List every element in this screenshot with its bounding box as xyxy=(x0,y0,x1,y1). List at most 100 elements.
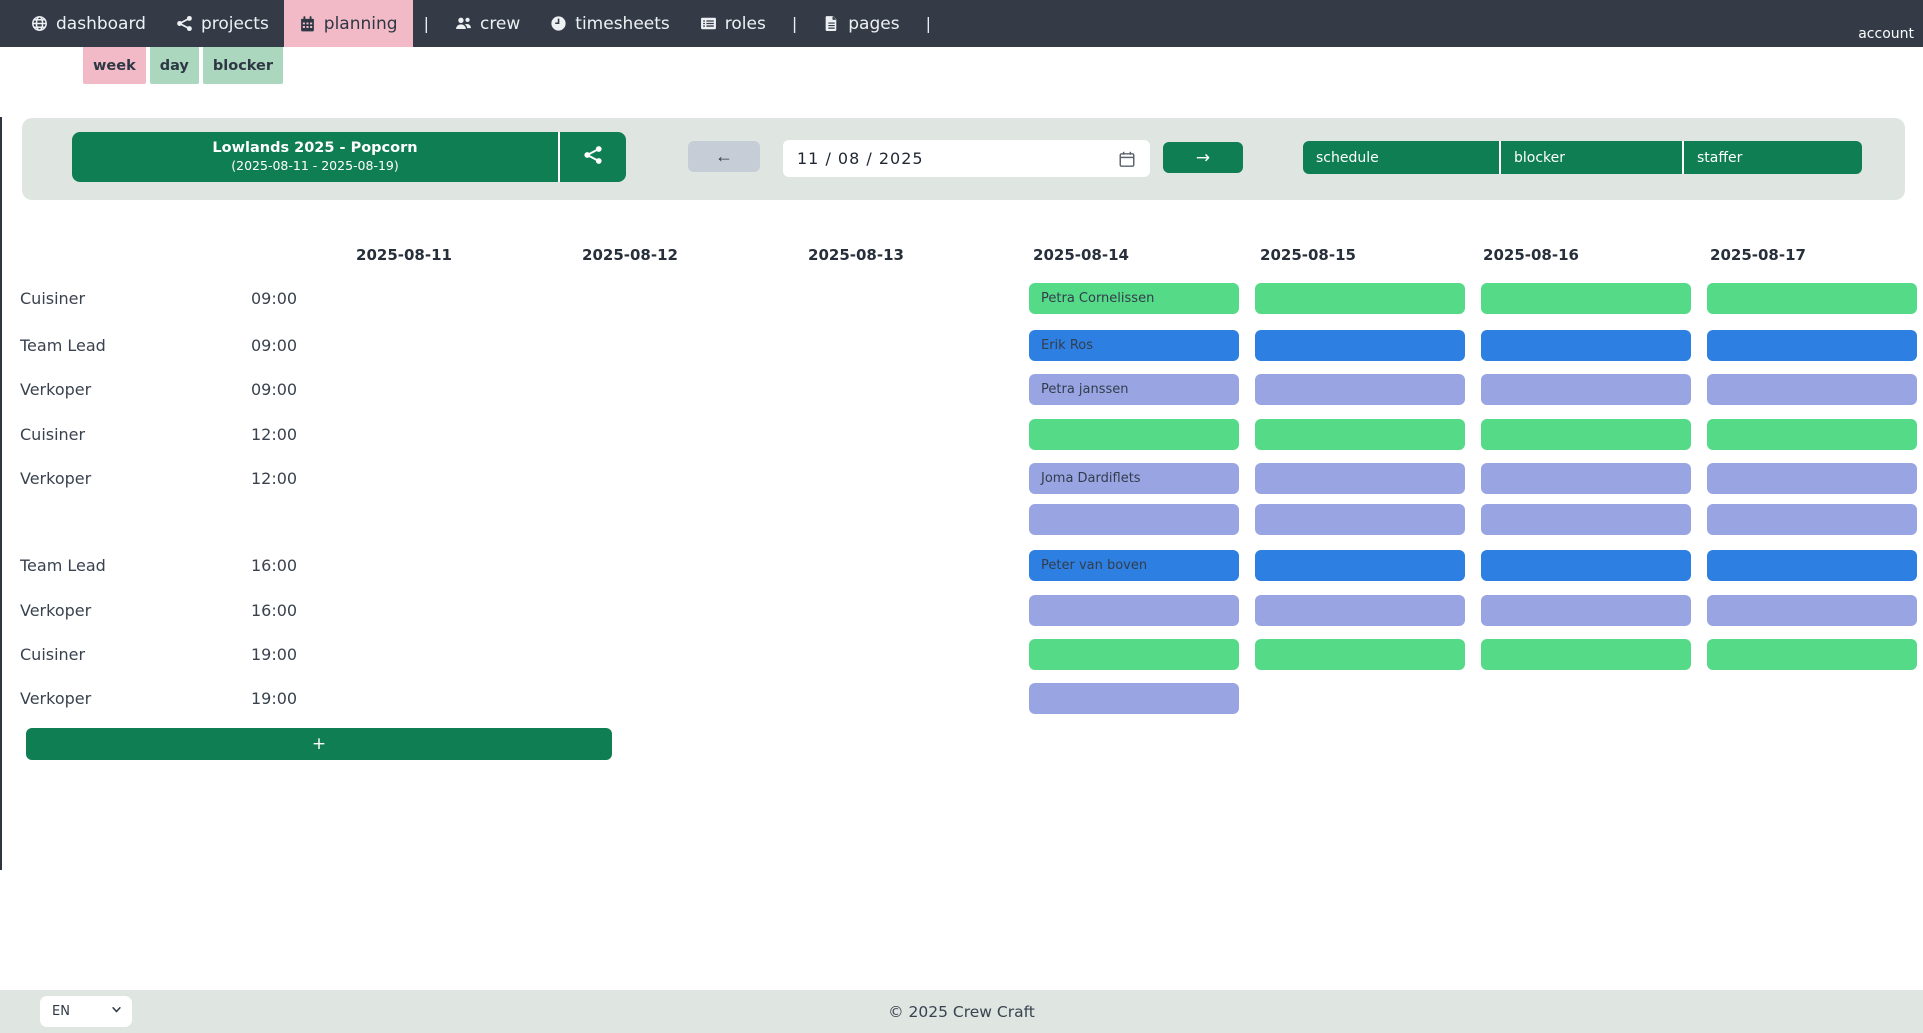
shift-bar[interactable] xyxy=(1029,595,1239,626)
shift-bar[interactable] xyxy=(1255,550,1465,581)
nav-item-planning[interactable]: planning xyxy=(284,0,413,47)
nav-item-timesheets[interactable]: timesheets xyxy=(535,0,684,47)
toolbar: Lowlands 2025 - Popcorn (2025-08-11 - 20… xyxy=(22,118,1905,200)
role-label: Verkoper xyxy=(20,683,91,714)
date-header: 2025-08-11 xyxy=(291,246,517,264)
project-date-range: (2025-08-11 - 2025-08-19) xyxy=(72,158,558,175)
project-title: Lowlands 2025 - Popcorn xyxy=(72,139,558,159)
navbar: dashboard projects planning | crew timesheets… xyxy=(0,0,1923,47)
list-icon xyxy=(700,15,717,32)
nav-item-roles[interactable]: roles xyxy=(685,0,781,47)
role-label: Verkoper xyxy=(20,463,91,494)
shift-bar[interactable] xyxy=(1255,463,1465,494)
nav-separator: | xyxy=(781,0,808,47)
shift-bar[interactable]: Petra janssen xyxy=(1029,374,1239,405)
date-header: 2025-08-14 xyxy=(968,246,1194,264)
shift-bar[interactable] xyxy=(1481,550,1691,581)
prev-week-button[interactable]: ← xyxy=(688,141,760,172)
nav-item-pages[interactable]: pages xyxy=(808,0,914,47)
shift-bar[interactable] xyxy=(1481,463,1691,494)
date-header: 2025-08-16 xyxy=(1418,246,1644,264)
next-week-button[interactable]: → xyxy=(1163,142,1243,173)
language-select[interactable]: EN xyxy=(40,996,132,1027)
page: dashboard projects planning | crew timesheets… xyxy=(0,0,1923,1033)
shift-bar[interactable] xyxy=(1707,463,1917,494)
grid-row: Team Lead 09:00 Erik Ros xyxy=(0,330,1923,361)
footer: © 2025 Crew Craft EN xyxy=(0,990,1923,1033)
shift-crew-name: Joma Dardiflets xyxy=(1041,471,1141,486)
time-label: 09:00 xyxy=(251,283,297,314)
shift-bar[interactable] xyxy=(1481,283,1691,314)
grid-row: Cuisiner09:00Petra Cornelissen xyxy=(0,283,1923,314)
shift-crew-name: Petra Cornelissen xyxy=(1041,291,1154,306)
time-label: 12:00 xyxy=(251,463,297,494)
date-header: 2025-08-13 xyxy=(743,246,969,264)
date-input[interactable]: 11 / 08 / 2025 xyxy=(783,140,1150,177)
shift-bar[interactable] xyxy=(1255,639,1465,670)
clock-icon xyxy=(550,15,567,32)
shift-bar[interactable]: Peter van boven xyxy=(1029,550,1239,581)
shift-bar[interactable] xyxy=(1481,330,1691,361)
project-selector-group: Lowlands 2025 - Popcorn (2025-08-11 - 20… xyxy=(72,132,626,182)
time-label: 16:00 xyxy=(251,550,297,581)
shift-bar[interactable]: Joma Dardiflets xyxy=(1029,463,1239,494)
shift-bar[interactable] xyxy=(1029,504,1239,535)
shift-bar[interactable] xyxy=(1481,595,1691,626)
shift-bar[interactable] xyxy=(1255,504,1465,535)
time-label: 19:00 xyxy=(251,683,297,714)
calendar-icon xyxy=(299,15,316,32)
nav-item-projects[interactable]: projects xyxy=(161,0,284,47)
shift-bar[interactable] xyxy=(1255,374,1465,405)
nav-item-label: crew xyxy=(480,14,520,34)
time-label: 16:00 xyxy=(251,595,297,626)
shift-bar[interactable] xyxy=(1707,639,1917,670)
staffer-button[interactable]: staffer xyxy=(1682,141,1862,174)
time-label: 09:00 xyxy=(251,330,297,361)
shift-bar[interactable] xyxy=(1707,504,1917,535)
role-label: Verkoper xyxy=(20,595,91,626)
shift-bar[interactable] xyxy=(1255,283,1465,314)
shift-bar[interactable] xyxy=(1481,639,1691,670)
nav-item-dashboard[interactable]: dashboard xyxy=(16,0,161,47)
project-share-button[interactable] xyxy=(558,132,626,182)
shift-bar[interactable] xyxy=(1707,550,1917,581)
language-value: EN xyxy=(52,1004,111,1019)
view-tabs: weekdayblocker xyxy=(83,47,287,84)
shift-bar[interactable]: Petra Cornelissen xyxy=(1029,283,1239,314)
date-header: 2025-08-12 xyxy=(517,246,743,264)
toolbar-actions: scheduleblockerstaffer xyxy=(1303,141,1862,174)
blocker-button[interactable]: blocker xyxy=(1499,141,1682,174)
shift-bar[interactable] xyxy=(1255,419,1465,450)
nav-item-crew[interactable]: crew xyxy=(440,0,535,47)
shift-bar[interactable] xyxy=(1255,595,1465,626)
role-label: Verkoper xyxy=(20,374,91,405)
grid-row xyxy=(0,504,1923,535)
calendar-icon xyxy=(1118,150,1136,168)
add-row-button[interactable]: + xyxy=(26,728,612,760)
shift-bar[interactable] xyxy=(1707,330,1917,361)
shift-bar[interactable] xyxy=(1029,639,1239,670)
shift-bar[interactable] xyxy=(1707,419,1917,450)
shift-bar[interactable]: Erik Ros xyxy=(1029,330,1239,361)
shift-bar[interactable] xyxy=(1481,504,1691,535)
schedule-button[interactable]: schedule xyxy=(1303,141,1499,174)
nav-item-label: projects xyxy=(201,14,269,34)
tab-day[interactable]: day xyxy=(150,47,199,84)
shift-bar[interactable] xyxy=(1707,374,1917,405)
shift-bar[interactable] xyxy=(1707,283,1917,314)
role-label: Team Lead xyxy=(20,330,106,361)
shift-crew-name: Erik Ros xyxy=(1041,338,1093,353)
tab-week[interactable]: week xyxy=(83,47,146,84)
shift-bar[interactable] xyxy=(1481,374,1691,405)
copyright: © 2025 Crew Craft xyxy=(0,990,1923,1033)
shift-bar[interactable] xyxy=(1029,419,1239,450)
shift-bar[interactable] xyxy=(1255,330,1465,361)
shift-bar[interactable] xyxy=(1481,419,1691,450)
shift-bar[interactable] xyxy=(1029,683,1239,714)
nav-item-label: planning xyxy=(324,14,398,34)
account-link[interactable]: account xyxy=(1858,26,1914,42)
tab-blocker[interactable]: blocker xyxy=(203,47,283,84)
nav-item-label: roles xyxy=(725,14,766,34)
project-selector-button[interactable]: Lowlands 2025 - Popcorn (2025-08-11 - 20… xyxy=(72,132,558,182)
shift-bar[interactable] xyxy=(1707,595,1917,626)
